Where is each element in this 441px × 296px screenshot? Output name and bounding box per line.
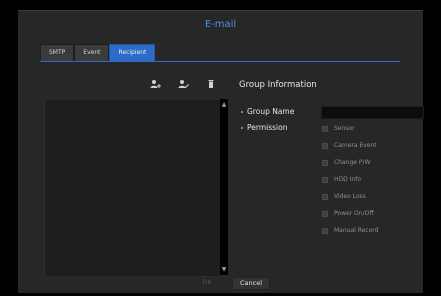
group-list[interactable] <box>44 99 222 277</box>
group-toolbar <box>148 79 218 89</box>
bullet-icon <box>241 127 243 129</box>
tab-recipient[interactable]: Recipient <box>109 44 156 62</box>
delete-icon[interactable] <box>204 79 218 89</box>
scroll-up-icon[interactable]: ▲ <box>220 102 228 108</box>
edit-group-icon[interactable] <box>176 79 190 89</box>
bullet-icon <box>241 111 243 113</box>
checkbox[interactable] <box>322 227 328 234</box>
cancel-button[interactable]: Cancel <box>232 277 270 290</box>
permission-label: Permission <box>247 123 288 132</box>
permission-label-text: Change P/W <box>334 159 371 166</box>
permission-manual-record[interactable]: Manual Record <box>322 227 378 234</box>
checkbox[interactable] <box>322 159 328 166</box>
group-list-scrollbar[interactable]: ▲ ▼ <box>220 99 228 275</box>
group-name-input[interactable] <box>321 106 424 119</box>
permission-label-text: Camera Event <box>334 142 377 149</box>
checkbox[interactable] <box>322 210 328 217</box>
permission-label-text: Sensor <box>334 125 355 132</box>
permission-camera-event[interactable]: Camera Event <box>322 142 377 149</box>
permission-label-text: Manual Record <box>334 227 379 234</box>
permission-label-text: HDD Info <box>334 176 362 183</box>
dialog-title: E-mail <box>204 19 237 30</box>
tab-underline <box>40 61 400 62</box>
checkbox[interactable] <box>322 193 328 200</box>
permission-power-onoff[interactable]: Power On/Off <box>322 210 373 217</box>
permission-video-loss[interactable]: Video Loss <box>322 193 366 200</box>
permission-label-text: Video Loss <box>334 193 366 200</box>
ok-button[interactable]: OK <box>200 277 214 288</box>
scroll-down-icon[interactable]: ▼ <box>220 267 228 273</box>
permission-change-pw[interactable]: Change P/W <box>322 159 370 166</box>
checkbox[interactable] <box>322 176 328 183</box>
permission-hdd-info[interactable]: HDD Info <box>322 176 361 183</box>
tab-event[interactable]: Event <box>74 44 110 62</box>
screen: E-mail SMTP Event Recipient ▲ ▼ Group In… <box>0 0 441 296</box>
permission-label-text: Power On/Off <box>334 210 374 217</box>
group-information-heading: Group Information <box>239 80 317 90</box>
add-group-icon[interactable] <box>148 79 162 89</box>
permission-sensor[interactable]: Sensor <box>322 125 355 132</box>
tab-smtp[interactable]: SMTP <box>40 44 75 62</box>
checkbox[interactable] <box>322 125 328 132</box>
email-dialog: E-mail SMTP Event Recipient ▲ ▼ Group In… <box>18 10 424 293</box>
tab-bar: SMTP Event Recipient <box>40 44 156 62</box>
checkbox[interactable] <box>322 142 328 149</box>
group-name-label: Group Name <box>247 107 295 116</box>
